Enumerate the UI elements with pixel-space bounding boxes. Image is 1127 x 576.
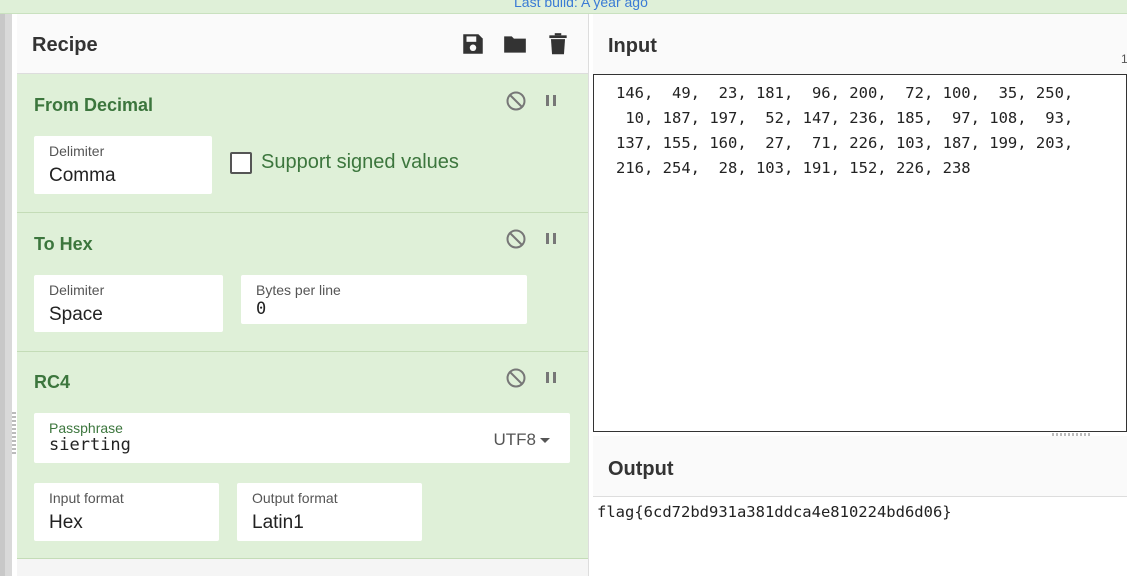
recipe-panel: Recipe From Decimal Delimiter Comma Supp…	[17, 14, 589, 576]
output-text[interactable]: flag{6cd72bd931a381ddca4e810224bd6d06}	[597, 503, 952, 521]
top-banner: Last build: A year ago	[0, 0, 1127, 14]
pause-icon[interactable]	[540, 367, 562, 389]
output-format-field[interactable]: Output format Latin1	[237, 483, 422, 541]
input-text[interactable]: 146, 49, 23, 181, 96, 200, 72, 100, 35, …	[616, 81, 1073, 181]
disable-icon[interactable]	[505, 367, 527, 389]
bytes-per-line-value: 0	[256, 299, 267, 319]
delimiter-field[interactable]: Delimiter Comma	[34, 136, 212, 194]
delimiter-value: Comma	[49, 165, 116, 186]
input-stat-number: 1	[1121, 52, 1127, 66]
delimiter-field[interactable]: Delimiter Space	[34, 275, 223, 332]
delimiter-label: Delimiter	[49, 282, 105, 298]
encoding-value: UTF8	[493, 430, 537, 449]
operation-title: From Decimal	[34, 95, 154, 115]
operation-title: RC4	[34, 372, 71, 392]
input-line: 137, 155, 160, 27, 71, 226, 103, 187, 19…	[616, 134, 1074, 152]
operation-from-decimal[interactable]: From Decimal Delimiter Comma Support sig…	[17, 74, 588, 213]
trash-icon[interactable]	[545, 31, 571, 57]
bytes-per-line-field[interactable]: Bytes per line 0	[241, 275, 527, 324]
folder-icon[interactable]	[502, 31, 528, 57]
input-line: 10, 187, 197, 52, 147, 236, 185, 97, 108…	[616, 109, 1074, 127]
input-format-field[interactable]: Input format Hex	[34, 483, 219, 541]
last-build-link[interactable]: Last build: A year ago	[514, 0, 648, 10]
passphrase-label: Passphrase	[49, 420, 123, 436]
vertical-resize-handle[interactable]	[12, 412, 16, 454]
disable-icon[interactable]	[505, 228, 527, 250]
output-title: Output	[608, 458, 674, 480]
left-sidebar-edge	[0, 14, 12, 576]
input-format-label: Input format	[49, 490, 124, 506]
input-line: 146, 49, 23, 181, 96, 200, 72, 100, 35, …	[616, 84, 1074, 102]
input-line: 216, 254, 28, 103, 191, 152, 226, 238	[616, 159, 971, 177]
input-textarea[interactable]: 146, 49, 23, 181, 96, 200, 72, 100, 35, …	[593, 74, 1127, 432]
disable-icon[interactable]	[505, 90, 527, 112]
passphrase-field[interactable]: Passphrase sierting UTF8	[34, 413, 570, 463]
input-title: Input	[608, 35, 657, 57]
operation-to-hex[interactable]: To Hex Delimiter Space Bytes per line 0	[17, 213, 588, 352]
pause-icon[interactable]	[540, 90, 562, 112]
save-icon[interactable]	[460, 31, 486, 57]
delimiter-label: Delimiter	[49, 143, 105, 159]
checkbox[interactable]	[230, 152, 252, 174]
output-panel: Output flag{6cd72bd931a381ddca4e810224bd…	[593, 436, 1127, 576]
recipe-header: Recipe	[17, 14, 588, 74]
operation-title: To Hex	[34, 234, 93, 254]
pause-icon[interactable]	[540, 228, 562, 250]
output-header: Output	[593, 436, 1127, 497]
operation-rc4[interactable]: RC4 Passphrase sierting UTF8 Input forma…	[17, 352, 588, 559]
input-panel: Input 146, 49, 23, 181, 96, 200, 72, 100…	[593, 14, 1127, 432]
encoding-dropdown[interactable]: UTF8	[493, 430, 550, 450]
output-format-value: Latin1	[252, 512, 304, 533]
recipe-title: Recipe	[32, 34, 98, 56]
chevron-down-icon	[540, 438, 550, 444]
passphrase-value: sierting	[49, 435, 131, 455]
bytes-per-line-label: Bytes per line	[256, 282, 341, 298]
input-header: Input	[593, 14, 1127, 75]
input-format-value: Hex	[49, 512, 83, 533]
output-format-label: Output format	[252, 490, 338, 506]
checkbox-label: Support signed values	[261, 151, 459, 173]
delimiter-value: Space	[49, 304, 103, 325]
